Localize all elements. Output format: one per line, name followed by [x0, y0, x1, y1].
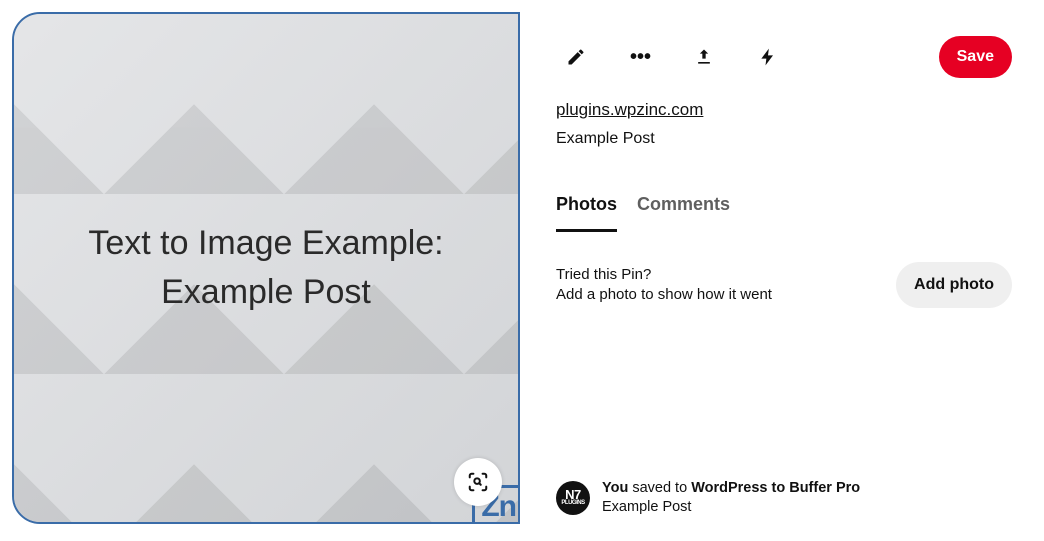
- visual-search-icon: [467, 471, 489, 493]
- pin-title: Example Post: [556, 130, 1012, 148]
- pin-toolbar: ••• Save: [556, 36, 1012, 78]
- save-button[interactable]: Save: [939, 36, 1012, 78]
- pencil-icon: [566, 47, 586, 67]
- tried-text: Tried this Pin? Add a photo to show how …: [556, 265, 772, 306]
- add-photo-button[interactable]: Add photo: [896, 262, 1012, 308]
- pin-image[interactable]: Text to Image Example: Example Post Zn: [12, 12, 520, 524]
- tried-line2: Add a photo to show how it went: [556, 285, 772, 305]
- tab-photos[interactable]: Photos: [556, 194, 617, 232]
- tried-line1: Tried this Pin?: [556, 265, 772, 285]
- attribution-line1: You saved to WordPress to Buffer Pro: [602, 479, 860, 498]
- pin-image-text-line1: Text to Image Example:: [88, 224, 443, 262]
- edit-button[interactable]: [556, 37, 596, 77]
- visual-search-button[interactable]: [454, 458, 502, 506]
- ellipsis-icon: •••: [630, 47, 650, 67]
- source-link[interactable]: plugins.wpzinc.com: [556, 100, 703, 120]
- more-options-button[interactable]: •••: [620, 37, 660, 77]
- pin-image-text-line2: Example Post: [161, 273, 371, 311]
- avatar-label: N7 PLUGINS: [561, 490, 584, 505]
- tabs: Photos Comments: [556, 194, 1012, 232]
- upload-icon: [694, 47, 714, 67]
- share-button[interactable]: [684, 37, 724, 77]
- attribution-text: You saved to WordPress to Buffer Pro Exa…: [602, 479, 860, 517]
- quick-action-button[interactable]: [748, 37, 788, 77]
- tab-comments[interactable]: Comments: [637, 194, 730, 232]
- attribution-you: You: [602, 480, 628, 496]
- attribution-board: WordPress to Buffer Pro: [691, 480, 860, 496]
- pin-container: Text to Image Example: Example Post Zn •…: [0, 0, 1044, 541]
- lightning-icon: [758, 47, 778, 67]
- avatar[interactable]: N7 PLUGINS: [556, 481, 590, 515]
- pin-image-text: Text to Image Example: Example Post: [70, 219, 461, 318]
- attribution: N7 PLUGINS You saved to WordPress to Buf…: [556, 479, 1012, 517]
- attribution-subtitle: Example Post: [602, 498, 860, 517]
- attribution-middle: saved to: [628, 480, 691, 496]
- tried-section: Tried this Pin? Add a photo to show how …: [556, 262, 1012, 308]
- pin-toolbar-left: •••: [556, 37, 788, 77]
- pin-detail-panel: ••• Save plugins.wpzinc.com Example Post…: [520, 0, 1044, 541]
